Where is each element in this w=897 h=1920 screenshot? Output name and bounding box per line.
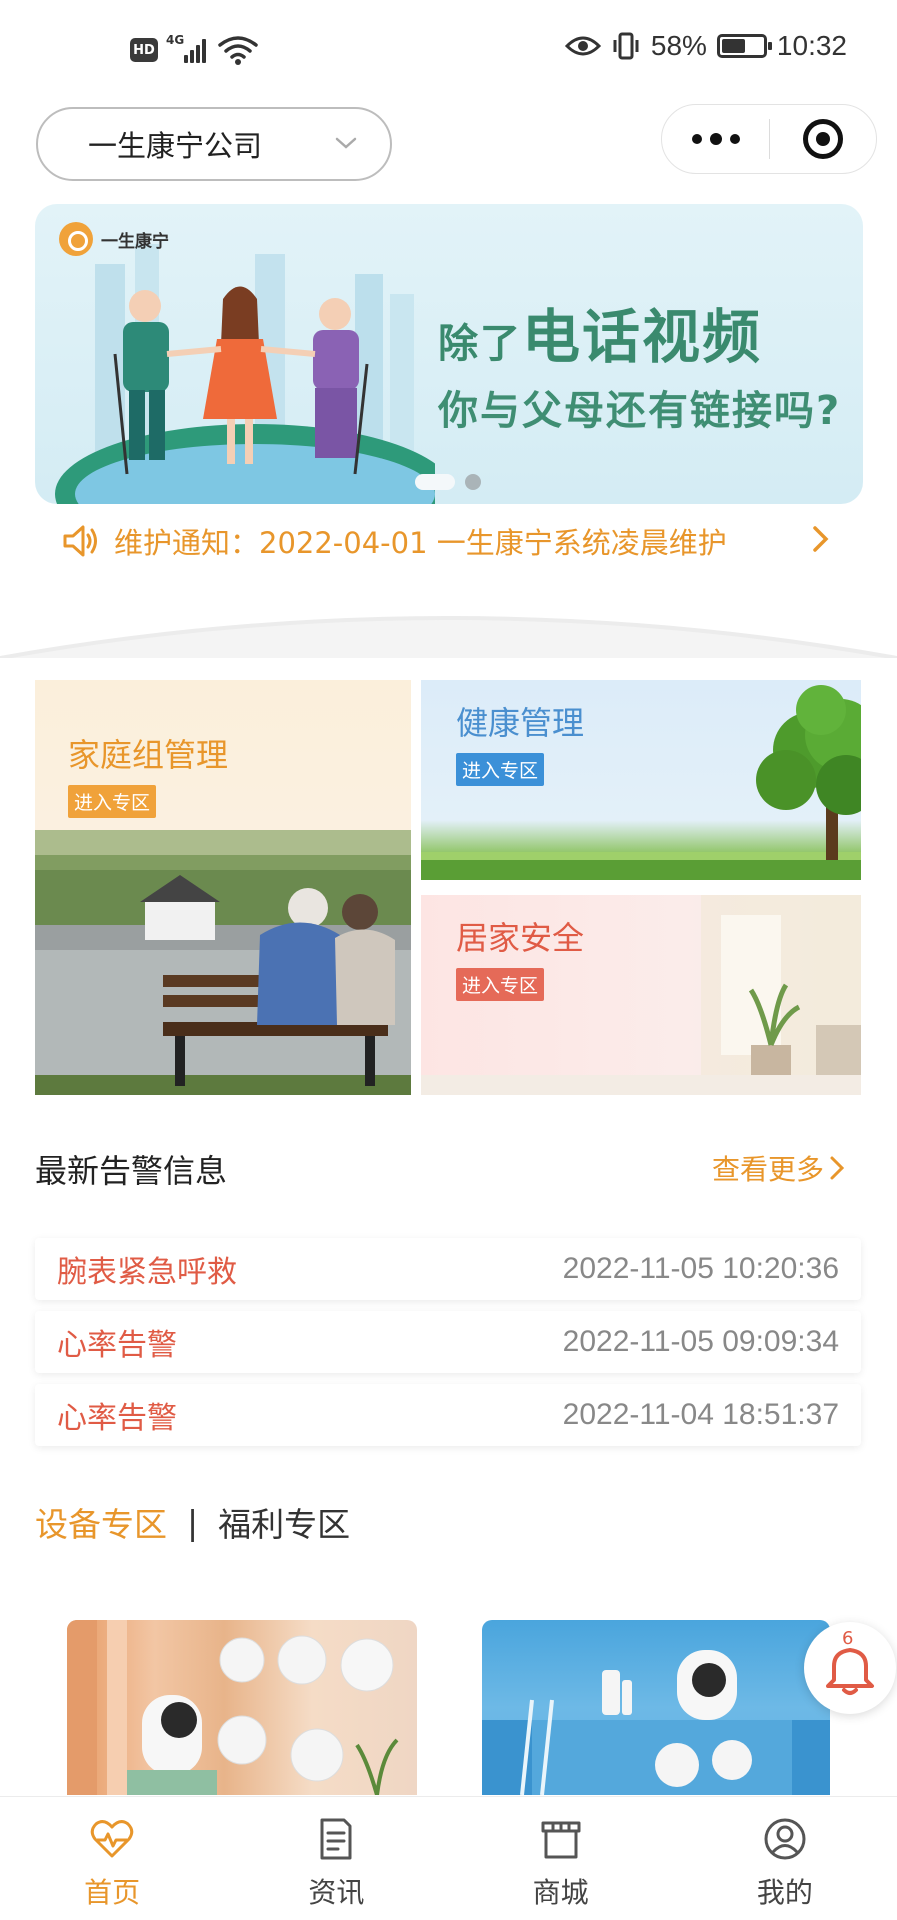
wifi-icon [218, 36, 258, 65]
tab-shop[interactable]: 商城 [449, 1797, 673, 1920]
see-more-link[interactable]: 查看更多 [712, 1148, 848, 1188]
tab-device-zone[interactable]: 设备专区 [35, 1498, 167, 1546]
battery-icon [716, 34, 772, 58]
banner-subline: 你与父母还有链接吗? [438, 388, 842, 434]
family-group-title: 家庭组管理 [68, 736, 229, 774]
notification-bell-button[interactable]: 6 [804, 1622, 896, 1714]
speaker-icon [63, 525, 97, 557]
tab-news[interactable]: 资讯 [224, 1797, 448, 1920]
tab-home-label: 首页 [84, 1876, 141, 1909]
more-dot-icon [709, 133, 722, 145]
miniprogram-capsule [661, 104, 877, 174]
banner-logo-text: 一生康宁 [101, 231, 169, 252]
more-dot-icon [729, 134, 740, 144]
banner-headline: 除了电话视频 [438, 290, 762, 374]
tab-mine-label: 我的 [756, 1876, 813, 1909]
clock: 10:32 [776, 30, 847, 61]
section-curve [0, 616, 897, 658]
notice-bar[interactable]: 维护通知：2022-04-01 一生康宁系统凌晨维护 [62, 520, 842, 562]
network-type: 4G [166, 33, 185, 47]
status-bar: HD 4G 58% 10:32 [0, 0, 897, 100]
alerts-section-title: 最新告警信息 [35, 1152, 228, 1190]
status-right: 58% 10:32 [564, 30, 847, 62]
zone-tabs: 设备专区 | 福利专区 [35, 1498, 350, 1546]
home-safety-title: 居家安全 [456, 919, 585, 957]
alert-row[interactable]: 心率告警 2022-11-04 18:51:37 [35, 1384, 861, 1446]
carousel-dot[interactable] [465, 474, 481, 490]
banner-headline-prefix: 除了 [438, 321, 522, 367]
family-group-card[interactable]: 家庭组管理 进入专区 [35, 680, 411, 1095]
tab-home[interactable]: 首页 [0, 1797, 224, 1920]
alert-time: 2022-11-04 18:51:37 [562, 1398, 839, 1431]
battery-percent: 58% [650, 30, 707, 61]
banner-headline-main: 电话视频 [522, 303, 763, 371]
company-selector[interactable]: 一生康宁公司 [36, 107, 392, 181]
home-safety-card[interactable]: 居家安全 进入专区 [421, 895, 861, 1095]
product-image [67, 1620, 399, 1795]
document-icon [320, 1818, 352, 1860]
chevron-right-icon [813, 526, 829, 552]
health-management-title: 健康管理 [456, 704, 585, 742]
carousel-dot-active[interactable] [415, 474, 455, 490]
alert-type: 腕表紧急呼救 [57, 1255, 237, 1290]
chevron-right-icon [830, 1156, 845, 1180]
alert-type: 心率告警 [57, 1401, 177, 1436]
banner-logo: 一生康宁 [59, 222, 169, 256]
alert-time: 2022-11-05 10:20:36 [562, 1252, 839, 1285]
company-name: 一生康宁公司 [88, 129, 263, 163]
alert-time: 2022-11-05 09:09:34 [562, 1325, 839, 1358]
product-card[interactable] [67, 1620, 417, 1795]
status-left: HD 4G [130, 33, 258, 66]
family-enter-tag[interactable]: 进入专区 [68, 785, 157, 818]
alert-row[interactable]: 心率告警 2022-11-05 09:09:34 [35, 1311, 861, 1373]
eye-icon [564, 36, 601, 56]
product-card[interactable] [482, 1620, 830, 1795]
tab-news-label: 资讯 [308, 1876, 365, 1909]
carousel-indicator [415, 474, 481, 490]
product-image [482, 1650, 830, 1795]
more-dot-icon [691, 134, 702, 144]
brand-logo-icon [59, 222, 93, 256]
user-icon [764, 1818, 806, 1860]
tab-mine[interactable]: 我的 [673, 1797, 897, 1920]
zone-separator: | [187, 1502, 199, 1542]
tab-shop-label: 商城 [532, 1876, 589, 1909]
notification-count: 6 [842, 1628, 854, 1649]
safety-enter-tag[interactable]: 进入专区 [456, 968, 545, 1001]
alert-type: 心率告警 [57, 1328, 177, 1363]
close-miniprogram-button[interactable] [770, 119, 876, 159]
health-enter-tag[interactable]: 进入专区 [456, 753, 545, 786]
hd-badge: HD [130, 38, 158, 62]
family-illustration [55, 244, 435, 504]
chevron-down-icon [335, 137, 357, 149]
shop-icon [541, 1821, 581, 1859]
signal-icon: 4G [166, 33, 210, 65]
see-more-label: 查看更多 [712, 1153, 825, 1186]
vibrate-icon [613, 32, 639, 60]
more-button[interactable] [662, 105, 769, 173]
tab-welfare-zone[interactable]: 福利专区 [218, 1498, 350, 1546]
bottom-tab-bar: 首页 资讯 商城 我的 [0, 1796, 897, 1920]
target-icon [803, 119, 843, 159]
alert-row[interactable]: 腕表紧急呼救 2022-11-05 10:20:36 [35, 1238, 861, 1300]
health-management-card[interactable]: 健康管理 进入专区 [421, 680, 861, 880]
notice-text: 维护通知：2022-04-01 一生康宁系统凌晨维护 [114, 526, 727, 560]
banner-carousel[interactable]: 一生康宁 除了电话视频 你与父母还有链接吗? [35, 204, 863, 504]
heart-pulse-icon [90, 1820, 134, 1858]
